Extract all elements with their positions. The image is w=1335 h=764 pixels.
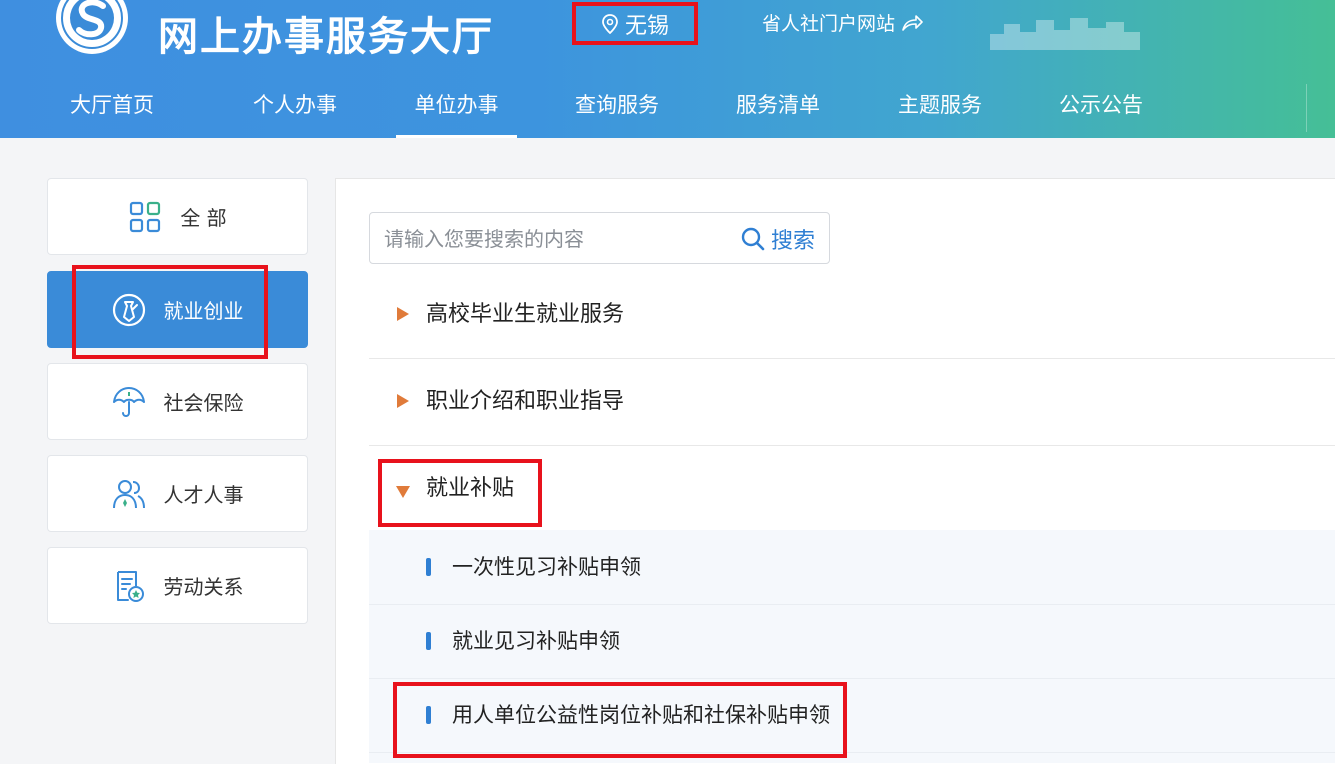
nav-announcements[interactable]: 公示公告 [1056, 78, 1146, 138]
city-name: 无锡 [624, 13, 669, 39]
location-pin-icon [602, 13, 618, 34]
list-bullet [426, 632, 431, 650]
site-title: 网上办事服务大厅 [158, 14, 494, 60]
list-item-label: 一次性见习补贴申领 [452, 555, 641, 579]
sidebar-item-talent[interactable]: 人才人事 [47, 455, 308, 532]
sidebar-item-label: 社会保险 [163, 391, 244, 415]
category-label: 就业补贴 [426, 476, 515, 501]
search-button[interactable]: 搜索 [741, 222, 815, 256]
expand-arrow-icon [397, 307, 409, 321]
sidebar-item-employment[interactable]: 就业创业 [47, 271, 308, 348]
subsidy-list: 一次性见习补贴申领 就业见习补贴申领 用人单位公益性岗位补贴和社保补贴申领 [369, 530, 1335, 763]
list-item[interactable]: 就业见习补贴申领 [369, 604, 1335, 679]
nav-theme-services[interactable]: 主题服务 [895, 78, 985, 138]
category-label: 职业介绍和职业指导 [426, 389, 625, 414]
share-arrow-icon [902, 14, 923, 31]
city-selector[interactable]: 无锡 [572, 2, 698, 45]
nav-personal[interactable]: 个人办事 [250, 78, 340, 138]
header-bar: 网上办事服务大厅 无锡 省人社门户网站 大厅首页 个人办事 单位办事 查询服务 … [0, 0, 1335, 138]
skyline-decoration [990, 18, 1140, 50]
nav-home[interactable]: 大厅首页 [67, 78, 157, 138]
expand-arrow-icon [397, 394, 409, 408]
search-box: 搜索 [369, 212, 830, 264]
list-bullet [426, 558, 431, 576]
category-career-guidance[interactable]: 职业介绍和职业指导 [369, 359, 1335, 446]
list-item-label: 就业见习补贴申领 [452, 629, 620, 653]
portal-link-label: 省人社门户网站 [762, 13, 896, 35]
list-bullet [426, 706, 431, 724]
sidebar-item-label: 就业创业 [163, 299, 244, 323]
list-item[interactable]: 用人单位公益性岗位补贴和社保补贴申领 [369, 678, 1335, 753]
search-icon [741, 227, 765, 251]
search-button-label: 搜索 [770, 229, 815, 254]
nav-service-list[interactable]: 服务清单 [733, 78, 823, 138]
employment-tie-icon [112, 293, 145, 326]
main-nav: 大厅首页 个人办事 单位办事 查询服务 服务清单 主题服务 公示公告 [0, 78, 1335, 138]
category-label: 高校毕业生就业服务 [426, 302, 625, 327]
sidebar-item-all[interactable]: 全 部 [47, 178, 308, 255]
category-graduate-employment[interactable]: 高校毕业生就业服务 [369, 272, 1335, 359]
nav-employer[interactable]: 单位办事 [396, 78, 517, 138]
umbrella-icon [112, 386, 145, 417]
search-input[interactable] [382, 223, 706, 255]
category-employment-subsidy[interactable]: 就业补贴 [369, 446, 1335, 532]
grid-icon [130, 201, 161, 232]
site-logo[interactable] [53, 0, 131, 54]
sidebar-item-social-insurance[interactable]: 社会保险 [47, 363, 308, 440]
contract-icon [116, 570, 144, 602]
collapse-arrow-icon [396, 486, 410, 498]
list-item-label: 用人单位公益性岗位补贴和社保补贴申领 [452, 703, 830, 727]
sidebar-item-label: 人才人事 [163, 483, 244, 507]
sidebar-item-label: 全 部 [180, 206, 227, 230]
sidebar-item-label: 劳动关系 [163, 575, 244, 599]
people-icon [112, 479, 145, 508]
nav-query[interactable]: 查询服务 [572, 78, 662, 138]
nav-divider [1306, 84, 1307, 132]
sidebar-item-labor-relations[interactable]: 劳动关系 [47, 547, 308, 624]
portal-link[interactable]: 省人社门户网站 [762, 9, 923, 36]
list-item[interactable]: 一次性见习补贴申领 [369, 530, 1335, 605]
